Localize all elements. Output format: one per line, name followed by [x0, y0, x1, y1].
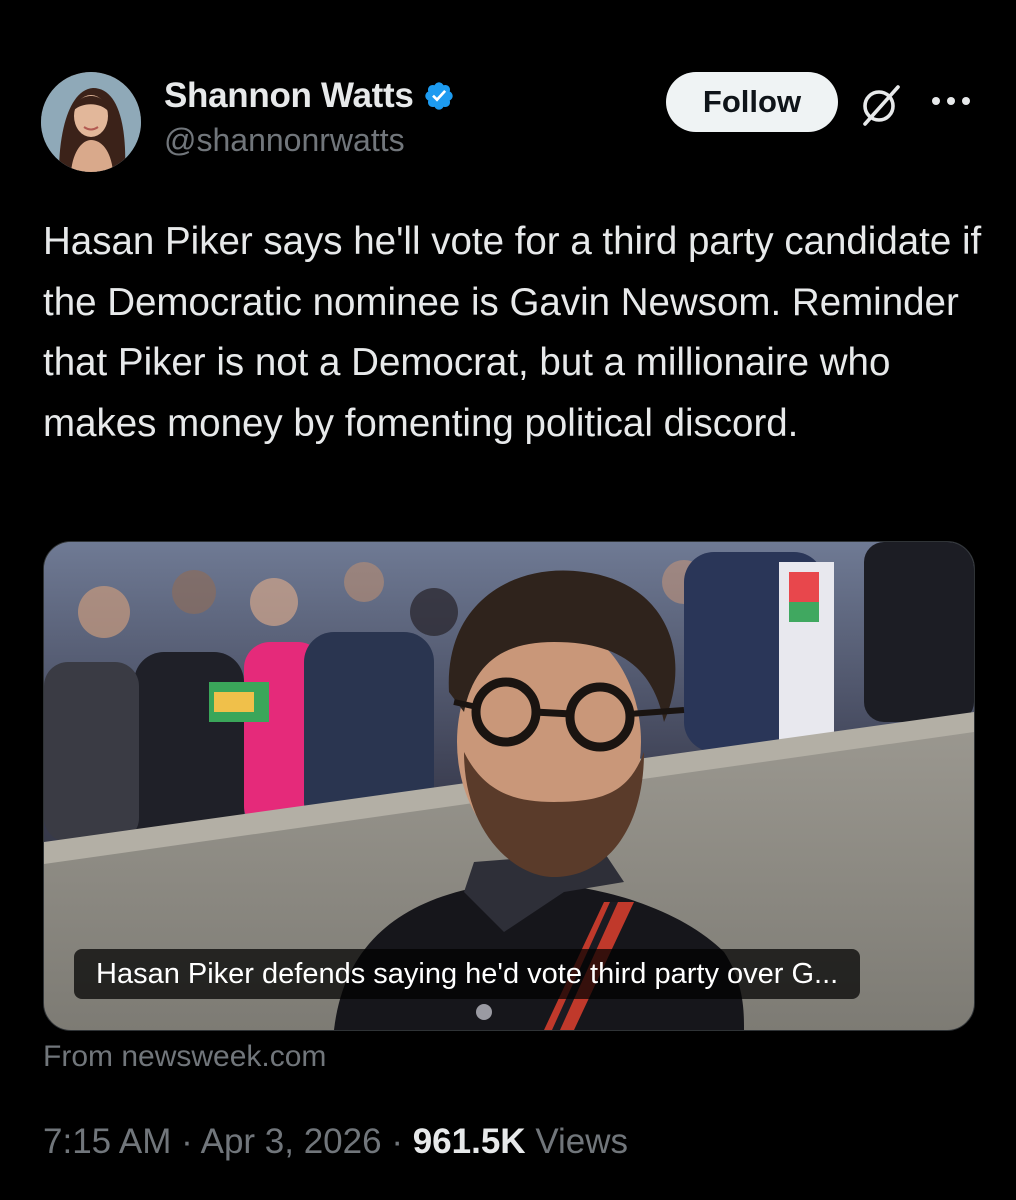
tweet-text: Hasan Piker says he'll vote for a third …	[43, 220, 982, 445]
card-source[interactable]: From newsweek.com	[43, 1040, 326, 1074]
verified-badge-icon	[424, 82, 453, 110]
views-label: Views	[535, 1122, 629, 1161]
grok-icon[interactable]	[858, 82, 904, 128]
tweet-date[interactable]: Apr 3, 2026	[201, 1122, 382, 1161]
tweet-header: Shannon Watts @shannonrwatts Follow	[0, 0, 1016, 190]
author-display-name[interactable]: Shannon Watts	[164, 76, 414, 116]
meta-separator: ·	[391, 1122, 403, 1161]
views-count: 961.5K	[412, 1122, 526, 1161]
tweet-time[interactable]: 7:15 AM	[43, 1122, 171, 1161]
card-caption: Hasan Piker defends saying he'd vote thi…	[74, 949, 861, 999]
link-card[interactable]: Hasan Piker defends saying he'd vote thi…	[43, 541, 975, 1031]
avatar-image	[41, 72, 141, 172]
author-handle[interactable]: @shannonrwatts	[164, 122, 455, 159]
author-info: Shannon Watts @shannonrwatts	[164, 74, 455, 159]
follow-button[interactable]: Follow	[666, 72, 838, 132]
more-icon[interactable]	[930, 94, 972, 108]
author-avatar[interactable]	[41, 72, 141, 172]
tweet-meta: 7:15 AM · Apr 3, 2026 · 961.5K Views	[43, 1122, 628, 1162]
meta-separator: ·	[181, 1122, 193, 1161]
